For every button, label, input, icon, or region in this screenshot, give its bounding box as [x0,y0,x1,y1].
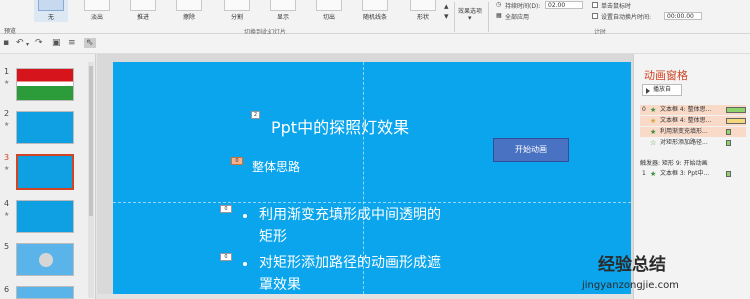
canvas-scrollbar[interactable] [96,294,633,299]
duration-label: 持续时间(D): [505,3,541,10]
chevron-down-icon: ▾ [468,14,472,22]
bullet-2-line-2[interactable]: 罩效果 [259,274,301,296]
slide[interactable]: 2 Ppt中的探照灯效果 0 整体思路 开始动画 0 利用渐变充填形成中间透明的… [113,62,631,299]
animation-star-icon: ★ [4,211,10,218]
timing-bar [726,171,731,177]
transition-reveal-button[interactable]: 显示 [266,0,300,22]
transition-shape-button[interactable]: 形状 [406,0,440,22]
animation-item[interactable]: ☆ 对矩形添加路径... [640,138,746,148]
animation-pane-title: 动画窗格 [644,69,688,82]
on-click-checkbox[interactable] [592,2,598,8]
save-icon[interactable]: ▪ [3,38,9,48]
timing-bar [726,140,731,146]
slide-thumbnail-6[interactable] [16,286,74,299]
thumbnail-scrollbar[interactable] [88,62,94,298]
transition-none-button[interactable]: 无 [34,0,68,22]
bullet-1-line-1[interactable]: 利用渐变充填形成中间透明的 [259,204,441,226]
duration-input[interactable]: 02.00 [545,1,583,9]
pointer-icon[interactable]: ⇖ [84,38,96,48]
watermark-logo-text: 经验总结 [598,255,666,275]
animation-item[interactable]: ★ 文本框 4: 整体思... [640,116,746,126]
play-icon [646,88,650,94]
entrance-star-icon: ★ [650,106,657,114]
watermark-url: jingyanzongjie.com [582,280,679,291]
transition-random-bars-button[interactable]: 随机线条 [358,0,392,22]
entrance-star-icon: ★ [650,128,657,136]
undo-dropdown-icon[interactable]: ▾ [26,41,29,48]
quick-access-toolbar: ▪ ↶ ▾ ↷ ▣ ≡ ⇖ [0,34,750,54]
animation-tag-subtitle: 0 [231,157,243,165]
animation-item[interactable]: ★ 利用渐变充填形... [640,127,746,137]
animation-item[interactable]: 0 ★ 文本框 4: 整体思... [640,105,746,115]
slide-number-2: 2 [4,109,10,118]
bullet-2-line-1[interactable]: 对矩形添加路径的动画形成遮 [259,252,441,274]
timing-bar [726,129,731,135]
spelling-icon[interactable]: ≡ [68,38,76,48]
animation-item[interactable]: 1 ★ 文本框 3: Ppt中... [640,169,746,179]
slide-thumbnail-4[interactable] [16,200,74,233]
slide-number-4: 4 [4,199,10,208]
pie-shape-icon [39,253,53,267]
animation-tag-bullet-1: 0 [220,205,232,213]
transition-cut-button[interactable]: 切出 [312,0,346,22]
slide-thumbnail-1[interactable] [16,68,74,101]
animation-star-icon: ★ [4,121,10,128]
animation-star-icon: ★ [4,79,10,86]
gallery-scroll-up-icon[interactable]: ▴ [444,2,449,12]
timing-bar [726,118,746,124]
animation-tag-title: 2 [251,111,260,119]
slide-number-3: 3 [4,153,10,162]
redo-icon[interactable]: ↷ [35,38,43,48]
bullet-dot [243,214,247,218]
transition-wipe-button[interactable]: 擦除 [172,0,206,22]
after-checkbox[interactable] [592,13,598,19]
start-animation-button[interactable]: 开始动画 [493,138,569,162]
transition-fade-button[interactable]: 淡出 [80,0,114,22]
slide-number-6: 6 [4,285,10,294]
apply-all-button[interactable]: 全部应用 [505,12,529,21]
slide-number-1: 1 [4,67,10,76]
apply-all-icon: ▦ [496,12,502,19]
bullet-1-line-2[interactable]: 矩形 [259,226,287,248]
slideshow-icon[interactable]: ▣ [52,38,61,48]
entrance-star-icon: ★ [650,170,657,178]
timing-bar [726,107,746,113]
slide-thumbnail-2[interactable] [16,111,74,144]
slide-subtitle[interactable]: 整体思路 [252,158,300,175]
gallery-more-icon[interactable]: ▾ [444,12,449,22]
transition-push-button[interactable]: 推进 [126,0,160,22]
clock-icon: ◷ [496,1,502,8]
ribbon: 预览 无 淡出 推进 擦除 分割 显示 切出 随机线条 形状 ▴ ▾ 效果选项 … [0,0,750,36]
animation-star-icon: ★ [4,165,10,172]
bullet-dot [243,262,247,266]
transition-split-button[interactable]: 分割 [220,0,254,22]
motion-path-icon: ☆ [650,139,657,147]
slide-number-5: 5 [4,242,10,251]
undo-icon[interactable]: ↶ [16,38,24,48]
play-from-button[interactable]: 播放自 [642,84,682,96]
trigger-label: 触发器: 矩形 9: 开始动画 [640,160,708,167]
emphasis-star-icon: ★ [650,117,657,125]
on-click-label: 单击鼠标时 [601,3,632,10]
slide-title[interactable]: Ppt中的探照灯效果 [271,114,409,138]
slide-thumbnail-5[interactable] [16,243,74,276]
animation-tag-bullet-2: 0 [220,253,232,261]
slide-thumbnail-3[interactable] [16,154,74,190]
after-label: 设置自动换片时间: [601,14,652,21]
after-time-input[interactable]: 00:00.00 [664,12,702,20]
